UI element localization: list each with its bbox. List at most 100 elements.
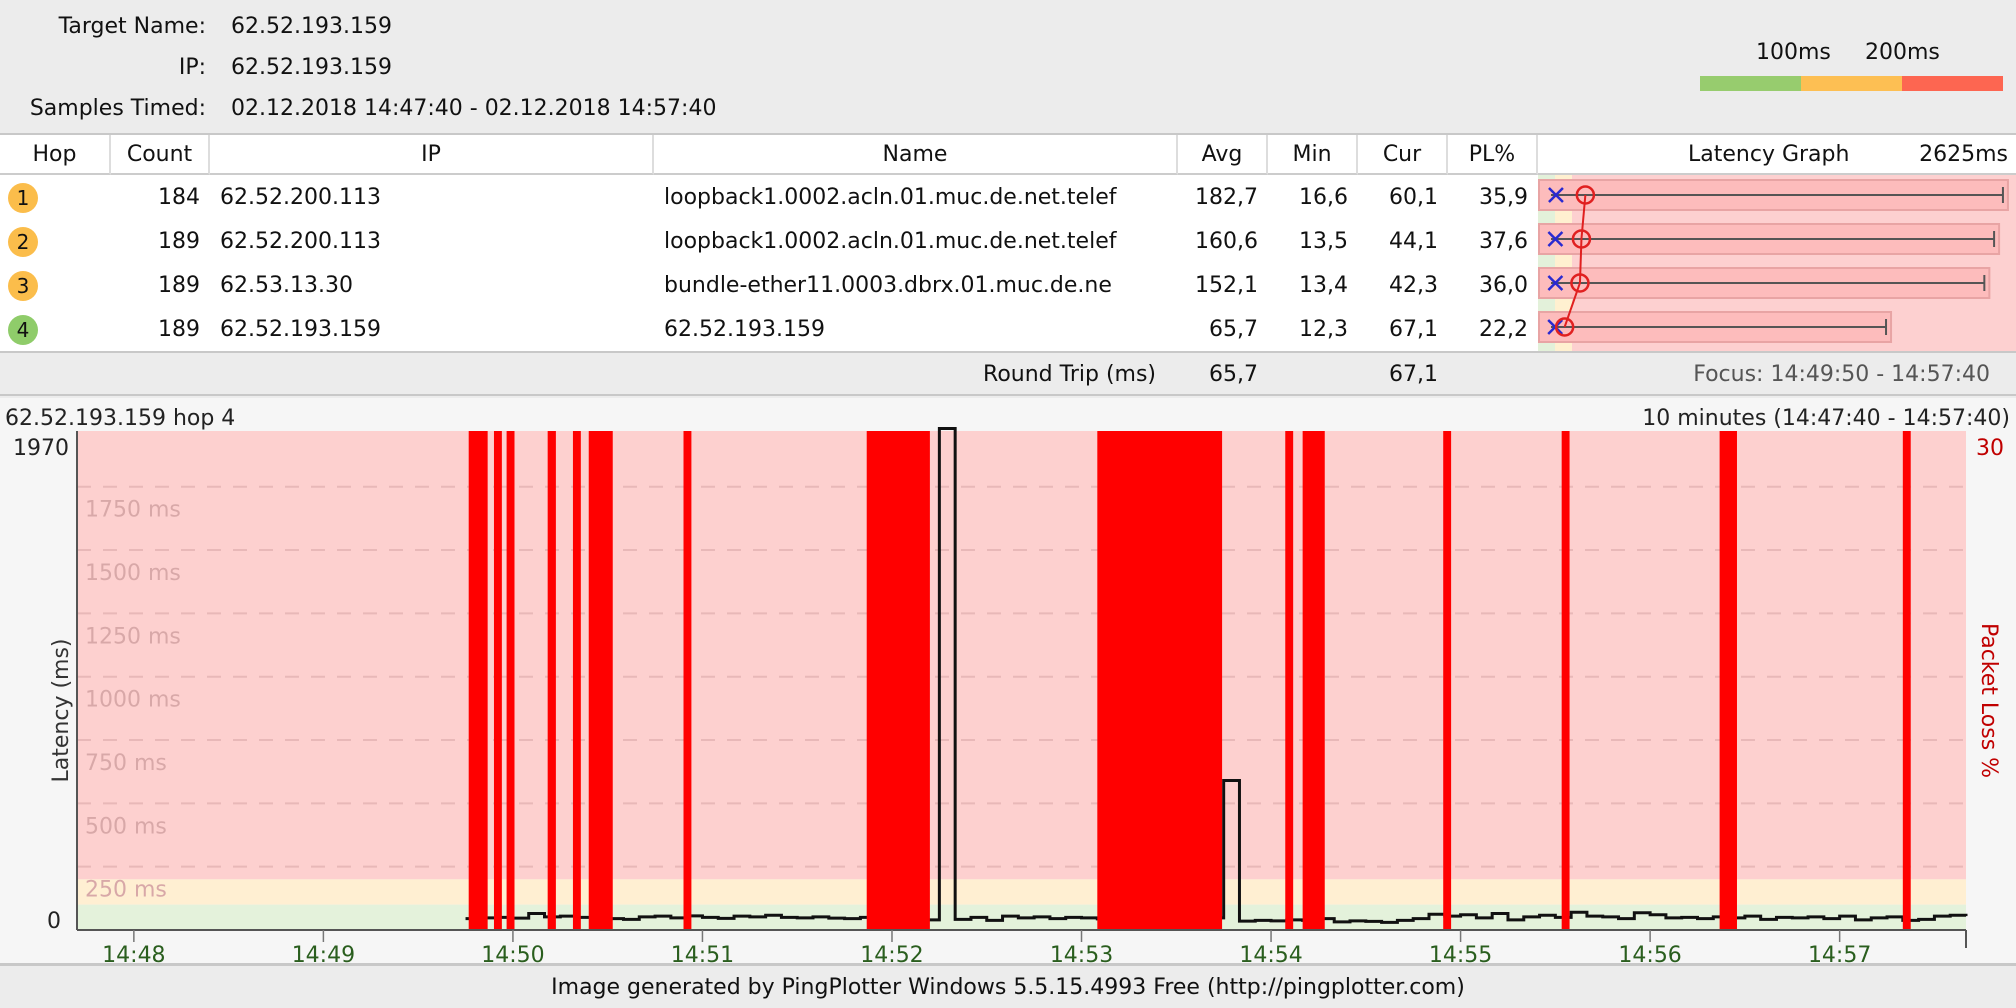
cell-count: 184	[158, 185, 200, 210]
packet-loss-bar	[506, 431, 515, 930]
cell-min: 13,4	[1299, 273, 1348, 298]
round-trip-label: Round Trip (ms)	[983, 362, 1156, 387]
samples-label: Samples Timed:	[29, 96, 206, 121]
column-header-hop[interactable]: Hop	[0, 135, 111, 175]
zone-yellow-band	[77, 879, 1966, 905]
grid-label: 500 ms	[85, 814, 167, 839]
hop-row[interactable]: 4 189 62.52.193.159 62.52.193.159 65,7 12,3 67…	[0, 308, 1538, 352]
legend-100ms: 100ms	[1756, 40, 1831, 65]
column-header-avg[interactable]: Avg	[1178, 135, 1268, 175]
packet-loss-bar	[588, 431, 613, 930]
hop-number-badge: 2	[8, 227, 38, 257]
cell-cur: 67,1	[1389, 317, 1438, 342]
cell-avg: 152,1	[1195, 273, 1258, 298]
y-max-label: 1970	[13, 436, 69, 461]
grid-label: 1500 ms	[85, 561, 181, 586]
column-header-latency-graph[interactable]: Latency Graph 2625ms	[1538, 135, 2016, 175]
cell-min: 12,3	[1299, 317, 1348, 342]
ip-value: 62.52.193.159	[231, 55, 392, 80]
x-tick-label: 14:50	[481, 943, 544, 966]
hop-row[interactable]: 3 189 62.53.13.30 bundle-ether11.0003.dbrx.…	[0, 264, 1538, 308]
cell-count: 189	[158, 229, 200, 254]
packet-loss-bar	[866, 431, 930, 930]
cell-name: loopback1.0002.acln.01.muc.de.net.telef	[664, 185, 1117, 210]
packet-loss-bar	[1719, 431, 1737, 930]
packet-loss-bar	[468, 431, 488, 930]
cell-name: loopback1.0002.acln.01.muc.de.net.telef	[664, 229, 1117, 254]
cell-count: 189	[158, 273, 200, 298]
cell-cur: 42,3	[1389, 273, 1438, 298]
cell-avg: 160,6	[1195, 229, 1258, 254]
x-tick-label: 14:55	[1429, 943, 1492, 966]
cell-pl: 22,2	[1479, 317, 1528, 342]
target-name-label: Target Name:	[58, 14, 206, 39]
column-header-ip[interactable]: IP	[210, 135, 654, 175]
column-header-cur[interactable]: Cur	[1358, 135, 1448, 175]
legend-green	[1700, 76, 1801, 91]
x-tick-label: 14:54	[1239, 943, 1302, 966]
hop-number-badge: 1	[8, 183, 38, 213]
ip-label: IP:	[178, 55, 206, 80]
grid-label: 1750 ms	[85, 498, 181, 523]
cell-min: 13,5	[1299, 229, 1348, 254]
packet-loss-bar	[1285, 431, 1294, 930]
cell-ip: 62.52.193.159	[220, 317, 381, 342]
hop-row[interactable]: 2 189 62.52.200.113 loopback1.0002.acln.01.…	[0, 220, 1538, 264]
grid-label: 750 ms	[85, 751, 167, 776]
loss-max-label: 30	[1976, 436, 2004, 461]
column-header-count[interactable]: Count	[111, 135, 210, 175]
cell-ip: 62.52.200.113	[220, 229, 381, 254]
latency-graph-label: Latency Graph	[1688, 142, 1850, 167]
hop-number-badge: 4	[8, 315, 38, 345]
packet-loss-bar	[1443, 431, 1452, 930]
cell-pl: 36,0	[1479, 273, 1528, 298]
focus-range: Focus: 14:49:50 - 14:57:40	[1693, 362, 1990, 387]
cell-avg: 65,7	[1209, 317, 1258, 342]
cell-count: 189	[158, 317, 200, 342]
packet-loss-bar	[1902, 431, 1911, 930]
packet-loss-bar	[1302, 431, 1325, 930]
grid-label: 1000 ms	[85, 688, 181, 713]
round-trip-row: Round Trip (ms) 65,7 67,1 Focus: 14:49:5…	[0, 354, 2016, 396]
x-tick-label: 14:48	[102, 943, 165, 966]
legend-200ms: 200ms	[1865, 40, 1940, 65]
hop-number-badge: 3	[8, 271, 38, 301]
y-zero-label: 0	[47, 909, 61, 934]
zone-red-band	[77, 431, 1966, 880]
round-trip-cur: 67,1	[1389, 362, 1438, 387]
x-tick-label: 14:52	[860, 943, 923, 966]
hop-row[interactable]: 1 184 62.52.200.113 loopback1.0002.acln.01.…	[0, 176, 1538, 220]
packet-loss-bar	[683, 431, 692, 930]
column-header-name[interactable]: Name	[654, 135, 1178, 175]
packet-loss-bar	[493, 431, 502, 930]
cell-min: 16,6	[1299, 185, 1348, 210]
target-name-value: 62.52.193.159	[231, 14, 392, 39]
x-tick-label: 14:53	[1050, 943, 1113, 966]
hop-table: Hop Count IP Name Avg Min Cur PL% Latenc…	[0, 133, 2016, 353]
x-tick-label: 14:56	[1618, 943, 1681, 966]
samples-value: 02.12.2018 14:47:40 - 02.12.2018 14:57:4…	[231, 96, 717, 121]
cell-avg: 182,7	[1195, 185, 1258, 210]
cell-cur: 60,1	[1389, 185, 1438, 210]
cell-ip: 62.52.200.113	[220, 185, 381, 210]
packet-loss-bar	[572, 431, 581, 930]
x-tick-label: 14:49	[292, 943, 355, 966]
column-header-min[interactable]: Min	[1268, 135, 1358, 175]
footer-credit: Image generated by PingPlotter Windows 5…	[551, 975, 1465, 1000]
legend-red	[1902, 76, 2003, 91]
packet-loss-bar	[1097, 431, 1223, 930]
grid-label: 250 ms	[85, 878, 167, 903]
cell-pl: 35,9	[1479, 185, 1528, 210]
cell-name: 62.52.193.159	[664, 317, 825, 342]
x-tick-label: 14:51	[671, 943, 734, 966]
round-trip-avg: 65,7	[1209, 362, 1258, 387]
latency-chart: 250 ms 500 ms 750 ms 1000 ms 1250 ms 1500 ms 1…	[13, 426, 2004, 966]
cell-pl: 37,6	[1479, 229, 1528, 254]
loss-axis-title: Packet Loss %	[1976, 623, 2001, 778]
cell-cur: 44,1	[1389, 229, 1438, 254]
packet-loss-bar	[1561, 431, 1570, 930]
x-tick-label: 14:57	[1808, 943, 1871, 966]
cell-ip: 62.53.13.30	[220, 273, 353, 298]
column-header-pl[interactable]: PL%	[1448, 135, 1538, 175]
latency-graph-scale: 2625ms	[1919, 142, 2008, 167]
